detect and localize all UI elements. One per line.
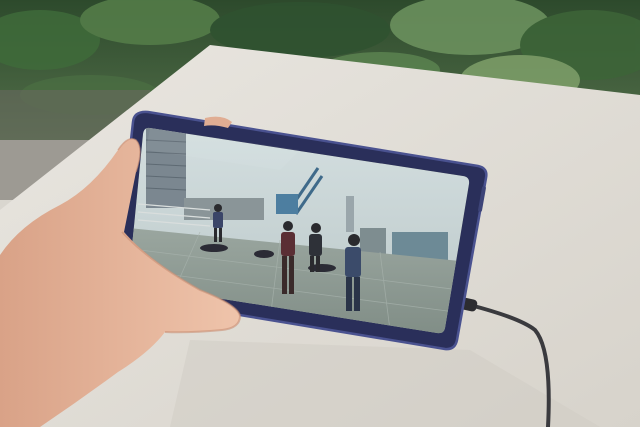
photo-illustration [0,0,640,427]
photo-scene [0,0,640,427]
